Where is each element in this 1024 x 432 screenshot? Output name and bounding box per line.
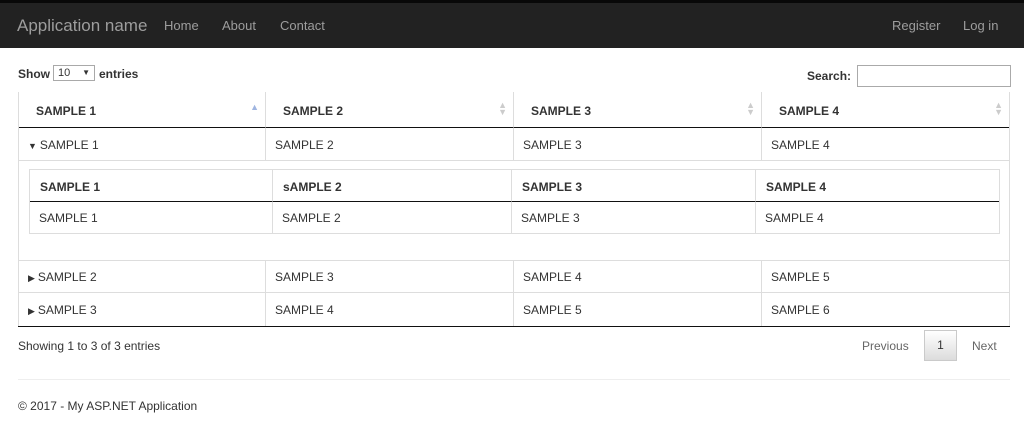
child-row: SAMPLE 1 sAMPLE 2 SAMPLE 3 SAMPLE 4 SAMP…	[19, 161, 1009, 261]
column-header-label: SAMPLE 1	[36, 104, 97, 118]
column-header-sample-2[interactable]: SAMPLE 2 ▲ ▼	[266, 92, 514, 128]
footer-text: © 2017 - My ASP.NET Application	[18, 399, 198, 413]
column-header-sample-4[interactable]: SAMPLE 4 ▲ ▼	[762, 92, 1009, 128]
table-row-2-cell-4: SAMPLE 5	[762, 260, 1009, 293]
child-cell-text: SAMPLE 1	[39, 211, 98, 225]
page-size-value: 10	[58, 67, 71, 79]
column-header-label: SAMPLE 3	[531, 104, 592, 118]
child-header-label: SAMPLE 3	[522, 180, 583, 194]
nav-home-link[interactable]: Home	[164, 18, 199, 33]
table-row-1-cell-2: SAMPLE 2	[266, 128, 514, 161]
table-row-2-cell-3: SAMPLE 4	[514, 260, 762, 293]
table-row-3-cell-4: SAMPLE 6	[762, 293, 1009, 326]
footer-divider	[18, 379, 1010, 380]
cell-text: SAMPLE 3	[275, 270, 334, 284]
child-header-4: SAMPLE 4	[756, 170, 999, 202]
table-row-3-cell-2: SAMPLE 4	[266, 293, 514, 326]
cell-text: SAMPLE 5	[523, 303, 582, 317]
sort-both-icon: ▲ ▼	[994, 100, 1003, 117]
child-cell-text: SAMPLE 4	[765, 211, 824, 225]
column-header-label: SAMPLE 2	[283, 104, 344, 118]
cell-text: SAMPLE 2	[37, 270, 97, 284]
triangle-right-icon[interactable]: ▶	[28, 306, 35, 316]
cell-text: SAMPLE 4	[523, 270, 582, 284]
child-header-label: SAMPLE 4	[766, 180, 827, 194]
column-header-sample-1[interactable]: SAMPLE 1 ▲	[19, 92, 266, 128]
cell-text: SAMPLE 1	[39, 138, 99, 152]
triangle-down-icon[interactable]: ▼	[28, 141, 37, 151]
table-bottom-border	[18, 326, 1010, 327]
table-row-3-cell-3: SAMPLE 5	[514, 293, 762, 326]
cell-text: SAMPLE 6	[771, 303, 830, 317]
next-button[interactable]: Next	[972, 339, 997, 353]
child-header-2: sAMPLE 2	[273, 170, 512, 202]
child-cell-text: SAMPLE 2	[282, 211, 341, 225]
sort-both-icon: ▲ ▼	[746, 100, 755, 117]
nav-about-link[interactable]: About	[222, 18, 256, 33]
cell-text: SAMPLE 3	[523, 138, 582, 152]
sort-both-icon: ▲ ▼	[498, 100, 507, 117]
nav-contact-link[interactable]: Contact	[280, 18, 325, 33]
child-header-label: sAMPLE 2	[283, 180, 342, 194]
table-row-2-cell-2: SAMPLE 3	[266, 260, 514, 293]
child-cell-text: SAMPLE 3	[521, 211, 580, 225]
cell-text: SAMPLE 4	[275, 303, 334, 317]
search-label: Search:	[807, 69, 852, 83]
child-cell-4: SAMPLE 4	[756, 202, 999, 234]
nav-register-link[interactable]: Register	[892, 18, 940, 33]
child-cell-1: SAMPLE 1	[30, 202, 273, 234]
cell-text: SAMPLE 4	[771, 138, 830, 152]
table-row-1-cell-3: SAMPLE 3	[514, 128, 762, 161]
child-cell-3: SAMPLE 3	[512, 202, 756, 234]
child-table: SAMPLE 1 sAMPLE 2 SAMPLE 3 SAMPLE 4 SAMP…	[29, 169, 1000, 234]
table-row-1-cell-4: SAMPLE 4	[762, 128, 1009, 161]
nav-login-link[interactable]: Log in	[963, 18, 998, 33]
search-input[interactable]	[857, 65, 1011, 87]
page-1-button[interactable]: 1	[924, 330, 957, 361]
sort-asc-icon: ▲	[250, 102, 259, 112]
entries-label: entries	[99, 67, 139, 81]
table-row-2-cell-1[interactable]: ▶ SAMPLE 2	[19, 260, 266, 293]
child-header-3: SAMPLE 3	[512, 170, 756, 202]
table-row-3-cell-1[interactable]: ▶ SAMPLE 3	[19, 293, 266, 326]
column-header-sample-3[interactable]: SAMPLE 3 ▲ ▼	[514, 92, 762, 128]
table-row-1-cell-1[interactable]: ▼ SAMPLE 1	[19, 128, 266, 161]
cell-text: SAMPLE 5	[771, 270, 830, 284]
child-header-label: SAMPLE 1	[40, 180, 101, 194]
show-label: Show	[18, 67, 50, 81]
child-cell-2: SAMPLE 2	[273, 202, 512, 234]
caret-down-icon: ▼	[82, 68, 90, 77]
table-info: Showing 1 to 3 of 3 entries	[18, 339, 161, 353]
brand-link[interactable]: Application name	[17, 16, 147, 36]
navbar: Application name Home About Contact Regi…	[0, 0, 1024, 48]
column-header-label: SAMPLE 4	[779, 104, 840, 118]
cell-text: SAMPLE 3	[37, 303, 97, 317]
cell-text: SAMPLE 2	[275, 138, 334, 152]
child-header-1: SAMPLE 1	[30, 170, 273, 202]
previous-button[interactable]: Previous	[862, 339, 909, 353]
page-size-select[interactable]: 10 ▼	[53, 65, 95, 81]
triangle-right-icon[interactable]: ▶	[28, 273, 35, 283]
data-table: SAMPLE 1 ▲ SAMPLE 2 ▲ ▼ SAMPLE 3 ▲ ▼ SAMPL…	[18, 92, 1010, 327]
